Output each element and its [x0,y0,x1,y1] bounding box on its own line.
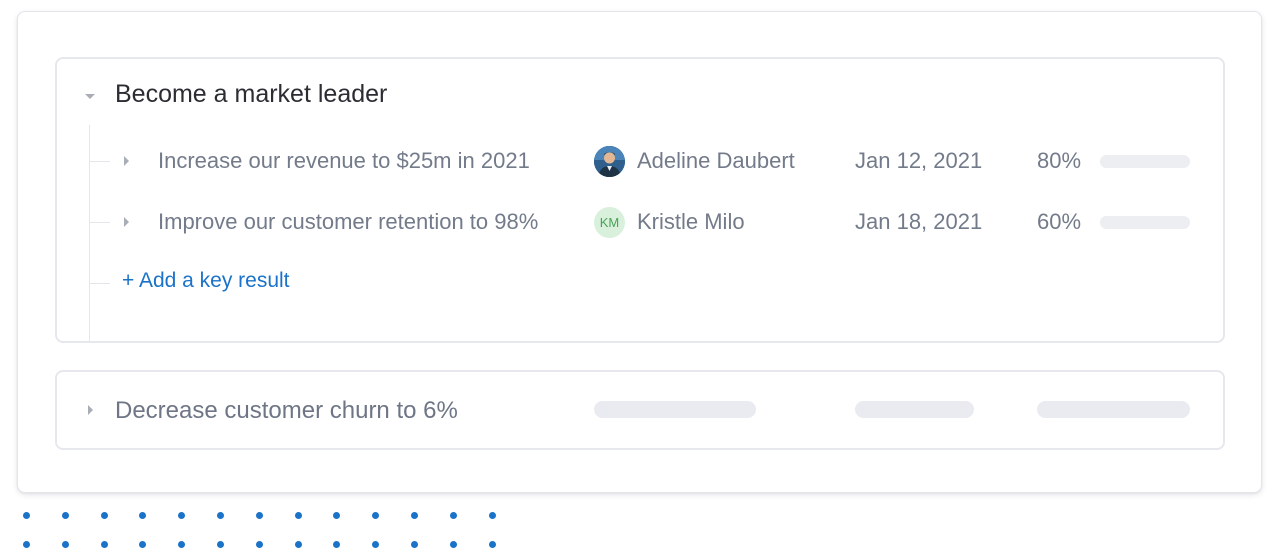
tree-branch [90,222,110,223]
dot [372,541,379,548]
progress-placeholder [1037,401,1190,418]
dot [62,541,69,548]
dot [101,541,108,548]
tree-branch [90,161,110,162]
caret-right-icon[interactable] [124,156,129,166]
key-result-title[interactable]: Increase our revenue to $25m in 2021 [158,148,530,174]
tree-connector [89,125,90,341]
person-photo-icon [594,146,625,177]
dot [23,512,30,519]
decorative-dot-grid [17,505,497,549]
avatar: KM [594,207,625,238]
progress-bar [1100,155,1190,168]
progress-percent: 80% [1037,148,1082,173]
progress-fill [1100,216,1154,229]
add-key-result-link[interactable]: + Add a key result [122,269,290,293]
progress-fill [1100,155,1172,168]
dot [333,541,340,548]
dot [489,512,496,519]
dot [178,541,185,548]
due-date: Jan 12, 2021 [855,148,983,173]
caret-right-icon[interactable] [124,217,129,227]
date-placeholder [855,401,974,418]
owner-placeholder [594,401,756,418]
dot [256,512,263,519]
progress-bar [1100,216,1190,229]
dot [333,512,340,519]
dot [489,541,496,548]
owner-name: Kristle Milo [637,209,745,234]
dot [372,512,379,519]
dot [23,541,30,548]
dot [62,512,69,519]
dot [295,541,302,548]
dot [139,512,146,519]
avatar [594,146,625,177]
objective-title[interactable]: Become a market leader [115,80,387,109]
dot [411,541,418,548]
dot [450,512,457,519]
due-date: Jan 18, 2021 [855,209,983,234]
dot [101,512,108,519]
progress-percent: 60% [1037,209,1082,234]
dot [217,512,224,519]
dot [217,541,224,548]
key-result-title[interactable]: Improve our customer retention to 98% [158,209,538,235]
objective-title[interactable]: Decrease customer churn to 6% [115,397,458,425]
dot [411,512,418,519]
dot [256,541,263,548]
owner-name: Adeline Daubert [637,148,795,173]
tree-branch [90,283,110,284]
caret-right-icon[interactable] [88,405,93,415]
dot [139,541,146,548]
dot [178,512,185,519]
dot [295,512,302,519]
caret-down-icon[interactable] [85,94,95,99]
dot [450,541,457,548]
